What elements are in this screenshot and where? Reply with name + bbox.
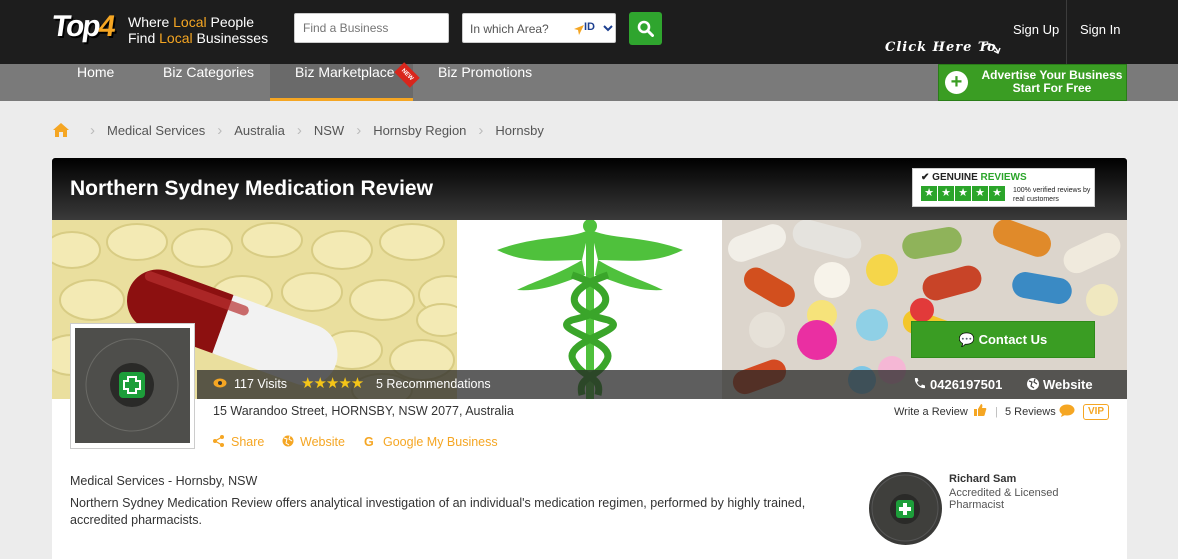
business-search-input[interactable] xyxy=(294,13,449,43)
tagline: Where Local People Find Local Businesses xyxy=(128,14,269,46)
location-arrow-icon[interactable] xyxy=(573,24,584,35)
speech-bubble-icon xyxy=(1059,404,1075,420)
website-link-secondary[interactable]: Website xyxy=(300,435,345,449)
eye-icon xyxy=(213,377,227,391)
share-link[interactable]: Share xyxy=(231,435,264,449)
phone-icon xyxy=(913,377,926,393)
business-category: Medical Services - Hornsby, NSW xyxy=(70,474,258,488)
breadcrumb-medical-services[interactable]: Medical Services xyxy=(107,123,205,138)
recommendations-count[interactable]: 5 Recommendations xyxy=(376,377,491,391)
breadcrumb-separator: › xyxy=(90,121,95,139)
contact-us-label: Contact Us xyxy=(978,332,1048,347)
globe-icon xyxy=(1026,377,1040,394)
star-icon: ★ xyxy=(921,186,937,201)
star-icon: ★ xyxy=(938,186,954,201)
business-logo xyxy=(70,323,195,449)
sign-up-link[interactable]: Sign Up xyxy=(1013,22,1059,37)
thumbs-up-icon[interactable] xyxy=(973,403,987,420)
check-icon: ✔ xyxy=(921,172,930,183)
business-title: Northern Sydney Medication Review xyxy=(70,177,433,200)
logo-four: 4 xyxy=(96,10,116,43)
vip-badge: VIP xyxy=(1083,404,1109,420)
star-icon: ★ xyxy=(989,186,1005,201)
breadcrumb-separator: › xyxy=(478,121,484,139)
genuine-reviews-badge[interactable]: ✔ GENUINE REVIEWS ★ ★ ★ ★ ★ 100% verified re… xyxy=(912,168,1095,207)
genuine-subtext: 100% verified reviews by real customers xyxy=(1013,187,1091,203)
area-placeholder: In which Area? xyxy=(470,22,549,36)
breadcrumb: › Medical Services › Australia › NSW › H… xyxy=(52,120,544,140)
home-icon[interactable] xyxy=(52,122,70,138)
phone-number[interactable]: 0426197501 xyxy=(930,377,1002,392)
website-link[interactable]: Website xyxy=(1043,377,1093,392)
visits-count: 117 Visits xyxy=(234,377,288,391)
business-card: Northern Sydney Medication Review ✔ GENU… xyxy=(52,158,1127,559)
star-icon: ★ xyxy=(972,186,988,201)
nav-biz-categories[interactable]: Biz Categories xyxy=(143,64,274,101)
plus-icon: + xyxy=(945,71,968,94)
review-divider: | xyxy=(995,406,998,418)
search-icon xyxy=(637,20,654,37)
advertise-line2: Start For Free xyxy=(1012,81,1092,95)
share-icon[interactable] xyxy=(213,435,224,450)
top4-logo[interactable]: Top4 xyxy=(49,10,120,46)
write-review-link[interactable]: Write a Review xyxy=(894,406,968,418)
genuine-stars: ★ ★ ★ ★ ★ xyxy=(921,186,1006,201)
top-header: Top4 Where Local People Find Local Busin… xyxy=(0,0,1178,64)
chat-icon: 💬 xyxy=(958,332,975,347)
sign-in-link[interactable]: Sign In xyxy=(1080,22,1120,37)
breadcrumb-separator: › xyxy=(296,121,302,139)
genuine-label: GENUINE xyxy=(932,172,978,183)
breadcrumb-hornsby[interactable]: Hornsby xyxy=(495,123,543,138)
breadcrumb-separator: › xyxy=(217,121,223,139)
header-divider xyxy=(1066,0,1067,64)
rating-stars: ★★★★★ xyxy=(301,375,364,392)
chevron-down-icon[interactable] xyxy=(603,20,613,39)
stats-bar: 117 Visits ★★★★★ 5 Recommendations 04261… xyxy=(197,370,1127,399)
contact-us-button[interactable]: 💬 Contact Us xyxy=(911,321,1095,358)
reviews-label: REVIEWS xyxy=(980,172,1027,183)
advertise-button[interactable]: + Advertise Your Business Start For Free xyxy=(938,64,1127,101)
breadcrumb-nsw[interactable]: NSW xyxy=(314,123,344,138)
star-icon: ★ xyxy=(955,186,971,201)
nav-biz-promotions[interactable]: Biz Promotions xyxy=(418,64,552,101)
reviews-count[interactable]: 5 Reviews xyxy=(1005,406,1056,418)
owner-name: Richard Sam xyxy=(949,473,1017,485)
google-my-business-link[interactable]: Google My Business xyxy=(383,435,498,449)
breadcrumb-hornsby-region[interactable]: Hornsby Region xyxy=(373,123,466,138)
curved-arrow-icon xyxy=(982,43,1001,54)
search-button[interactable] xyxy=(629,12,662,45)
breadcrumb-separator: › xyxy=(356,121,362,139)
website-globe-icon xyxy=(282,435,294,450)
logo-text: Top xyxy=(49,10,102,43)
area-location-code: ID xyxy=(584,21,595,33)
click-here-note: Click Here To xyxy=(885,40,997,55)
area-input[interactable]: In which Area? ID xyxy=(462,13,616,43)
nav-biz-marketplace[interactable]: Biz Marketplace xyxy=(270,64,413,101)
business-address: 15 Warandoo Street, HORNSBY, NSW 2077, A… xyxy=(213,404,514,418)
owner-avatar xyxy=(869,472,942,545)
nav-home[interactable]: Home xyxy=(57,64,134,101)
google-icon: G xyxy=(364,435,374,449)
business-description: Northern Sydney Medication Review offers… xyxy=(70,496,806,527)
breadcrumb-australia[interactable]: Australia xyxy=(234,123,285,138)
owner-role: Accredited & Licensed Pharmacist xyxy=(949,487,1059,511)
business-title-bar: Northern Sydney Medication Review ✔ GENU… xyxy=(52,158,1127,220)
